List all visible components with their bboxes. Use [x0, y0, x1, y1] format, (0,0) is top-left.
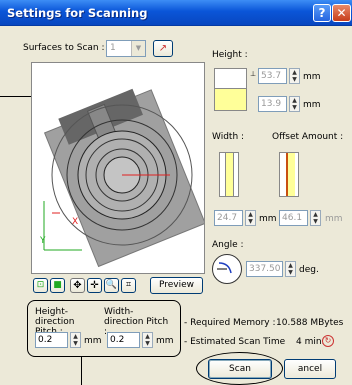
pan-icon[interactable]: ✛: [87, 278, 102, 293]
scan-button[interactable]: Scan: [208, 359, 272, 379]
surfaces-select[interactable]: 1 ▼: [106, 40, 146, 57]
window-title: Settings for Scanning: [7, 6, 148, 20]
width-value: 24.7: [217, 213, 238, 223]
cancel-button[interactable]: ancel: [284, 359, 336, 379]
settings-window: Settings for Scanning ? ✕ Surfaces to Sc…: [0, 0, 352, 385]
offset-diagram: [279, 152, 299, 197]
angle-dial[interactable]: [212, 254, 242, 284]
angle-label: Angle :: [212, 240, 244, 250]
height-top-spinner[interactable]: ▲ ▼: [289, 68, 300, 84]
height-pitch-spinner[interactable]: ▲ ▼: [70, 332, 81, 348]
fit-icon[interactable]: ⊡: [33, 278, 48, 293]
zoom-fit-icon[interactable]: ⌗: [121, 278, 136, 293]
angle-value: 337.50: [249, 264, 281, 274]
select-area-icon[interactable]: ■: [50, 278, 65, 293]
width-pitch-spinner[interactable]: ▲ ▼: [142, 332, 153, 348]
scan-time-label: - Estimated Scan Time: [184, 337, 286, 347]
height-top-unit: mm: [303, 72, 321, 82]
height-pitch-unit: mm: [84, 336, 102, 346]
height-diagram: [214, 68, 247, 111]
height-top-value: 53.7: [261, 71, 282, 81]
scan-time-value: 4 min.: [296, 337, 325, 347]
callout-line-left: [0, 96, 34, 97]
angle-arc-icon: [217, 262, 232, 274]
preview-toolbar: ⊡ ■ ✥ ✛ 🔍 ⌗: [33, 278, 136, 293]
close-button[interactable]: ✕: [332, 4, 351, 22]
refresh-icon[interactable]: ↻: [322, 335, 334, 347]
offset-spinner[interactable]: ▲ ▼: [310, 210, 321, 226]
height-bottom-input[interactable]: 13.9: [258, 96, 287, 112]
offset-value: 46.1: [282, 213, 303, 223]
callout-line-bottom: [81, 357, 82, 385]
axis-y-label: Y: [40, 236, 46, 246]
height-bottom-value: 13.9: [261, 99, 282, 109]
memory-label: - Required Memory :: [184, 318, 276, 328]
preview-image: [43, 88, 206, 268]
height-pitch-value: 0.2: [38, 335, 53, 345]
angle-spinner[interactable]: ▲ ▼: [285, 261, 296, 277]
width-spinner[interactable]: ▲ ▼: [245, 210, 256, 226]
height-bottom-unit: mm: [303, 100, 321, 110]
axis-x-label: X: [72, 217, 79, 227]
help-button[interactable]: ?: [313, 4, 331, 22]
angle-unit: deg.: [299, 265, 319, 275]
chevron-down-icon[interactable]: ▼: [131, 41, 145, 56]
preview-button[interactable]: Preview: [150, 277, 203, 294]
width-pitch-input[interactable]: 0.2: [107, 332, 140, 348]
width-input[interactable]: 24.7: [214, 210, 243, 226]
height-pitch-input[interactable]: 0.2: [35, 332, 68, 348]
height-arrow-icon: ⊥: [250, 70, 257, 78]
height-bottom-spinner[interactable]: ▲ ▼: [289, 96, 300, 112]
memory-value: 10.588 MBytes: [276, 318, 344, 328]
preview-pane[interactable]: X Y: [31, 62, 206, 274]
width-pitch-unit: mm: [156, 336, 174, 346]
offset-unit: mm: [325, 214, 343, 224]
height-top-input[interactable]: 53.7: [258, 68, 287, 84]
title-bar: Settings for Scanning ? ✕: [0, 0, 352, 26]
height-label: Height :: [212, 50, 248, 60]
surface-icon-button[interactable]: ↗: [153, 40, 173, 57]
width-diagram: [219, 152, 239, 197]
offset-input[interactable]: 46.1: [279, 210, 308, 226]
width-unit: mm: [259, 214, 277, 224]
offset-label: Offset Amount :: [272, 132, 344, 142]
surfaces-label: Surfaces to Scan :: [23, 43, 105, 53]
move-icon[interactable]: ✥: [70, 278, 85, 293]
width-pitch-value: 0.2: [110, 335, 125, 345]
surfaces-value: 1: [110, 43, 116, 53]
width-label: Width :: [212, 132, 245, 142]
zoom-icon[interactable]: 🔍: [104, 278, 119, 293]
angle-input[interactable]: 337.50: [246, 261, 283, 277]
